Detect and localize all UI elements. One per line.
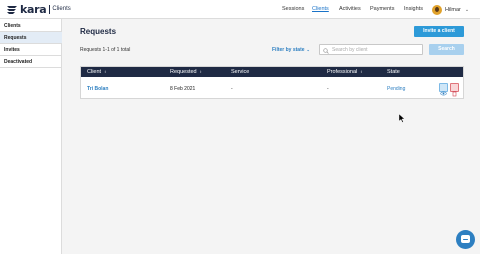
nav-clients[interactable]: Clients — [312, 6, 329, 13]
sort-icon: ↕ — [104, 69, 107, 74]
nav-insights[interactable]: Insights — [404, 6, 423, 13]
search-field[interactable] — [319, 44, 423, 55]
cursor-icon — [398, 110, 406, 128]
column-requested[interactable]: Requested ↕ — [170, 67, 202, 77]
sort-icon: ↕ — [199, 69, 202, 74]
column-client[interactable]: Client ↕ — [87, 67, 106, 77]
main-content: Requests Invite a client Requests 1-1 of… — [62, 19, 480, 254]
filter-by-state-dropdown[interactable]: Filter by state ⌄ — [272, 47, 310, 53]
trash-icon — [452, 91, 457, 97]
delete-request-button[interactable] — [450, 83, 459, 97]
logo-subtitle: Clients — [52, 6, 71, 12]
sidebar-item-clients[interactable]: Clients — [0, 20, 62, 32]
page-title: Requests — [80, 27, 117, 36]
professional-value: - — [327, 86, 329, 92]
sidebar: Clients Requests Invites Deactivated — [0, 19, 62, 254]
eye-icon — [440, 91, 447, 96]
column-state: State — [387, 69, 400, 75]
sidebar-item-requests[interactable]: Requests — [0, 32, 62, 44]
table-header: Client ↕ Requested ↕ Service Professional ↕… — [81, 67, 463, 77]
sort-icon: ↕ — [360, 69, 363, 74]
nav-sessions[interactable]: Sessions — [282, 6, 304, 13]
column-client-label: Client — [87, 69, 102, 75]
results-count: Requests 1-1 of 1 total — [80, 47, 131, 53]
search-button[interactable]: Search — [429, 44, 464, 55]
requested-date: 8 Feb 2021 — [170, 86, 196, 92]
search-icon — [323, 41, 329, 59]
column-professional[interactable]: Professional ↕ — [327, 67, 362, 77]
nav-activities[interactable]: Activities — [339, 6, 361, 13]
user-name: Hilmar — [445, 6, 461, 13]
chevron-down-icon: ⌄ — [464, 6, 470, 13]
logo-text: kara — [20, 3, 47, 16]
filter-label: Filter by state — [272, 47, 305, 53]
search-input[interactable] — [332, 46, 422, 53]
service-value: - — [231, 86, 233, 92]
logo-divider — [49, 5, 51, 14]
column-professional-label: Professional — [327, 69, 358, 75]
chevron-down-icon: ⌄ — [306, 47, 310, 52]
top-bar: kara Clients Sessions Clients Activities… — [0, 0, 480, 19]
invite-client-button[interactable]: Invite a client — [414, 26, 464, 37]
nav-payments[interactable]: Payments — [370, 6, 394, 13]
chat-button[interactable] — [456, 230, 475, 249]
logo-icon — [6, 5, 18, 15]
user-menu[interactable]: Hilmar ⌄ — [432, 4, 469, 15]
sidebar-item-invites[interactable]: Invites — [0, 44, 62, 56]
chat-icon — [461, 235, 470, 243]
view-request-button[interactable] — [439, 83, 448, 96]
requests-table: Client ↕ Requested ↕ Service Professional ↕… — [80, 66, 464, 99]
column-service: Service — [231, 69, 250, 75]
logo[interactable]: kara Clients — [6, 3, 71, 16]
avatar — [432, 4, 442, 15]
state-value: Pending — [387, 86, 406, 92]
column-requested-label: Requested — [170, 69, 197, 75]
sidebar-item-deactivated[interactable]: Deactivated — [0, 56, 62, 68]
client-name-link[interactable]: Tri Bolan — [87, 86, 108, 92]
